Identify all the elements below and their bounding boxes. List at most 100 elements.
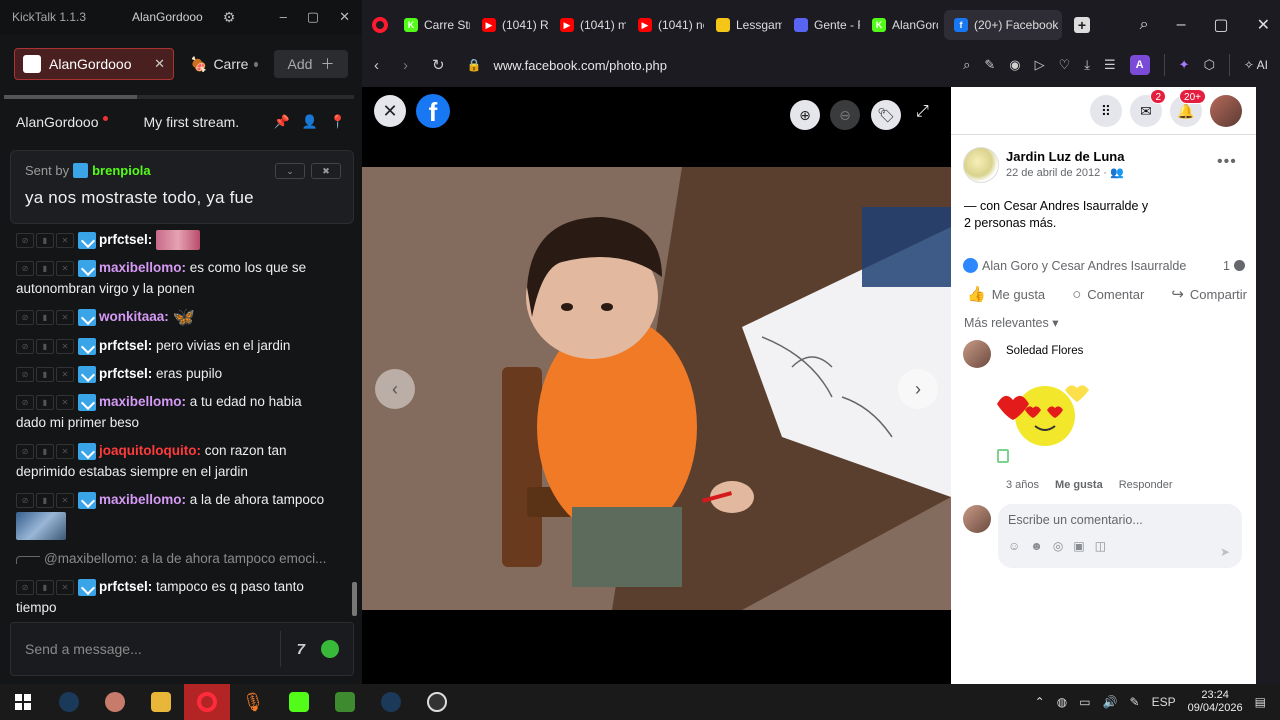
timeout-icon[interactable]: ⊘ (16, 261, 34, 277)
menu-grid-icon[interactable]: ⠿ (1090, 95, 1122, 127)
ban-icon[interactable]: ✕ (56, 232, 74, 248)
avatar[interactable] (963, 340, 991, 368)
ban-icon[interactable]: ✕ (56, 444, 74, 460)
browser-tab[interactable]: ▶ (1041) ne (632, 10, 704, 40)
gif-icon[interactable]: ▣ (1073, 539, 1084, 553)
chat-username[interactable]: prfctsel: (99, 338, 152, 353)
chat-message[interactable]: ⊘ ▮ ✕ wonkitaaa: 🦋 (16, 303, 334, 332)
reload-icon[interactable]: ↻ (432, 56, 445, 74)
comment-button[interactable]: ○ Comentar (1072, 286, 1144, 303)
camera-icon[interactable]: ◎ (1053, 539, 1063, 553)
emoji-icon[interactable]: ☻ (1030, 539, 1043, 553)
delete-icon[interactable]: ▮ (36, 339, 54, 355)
facebook-logo-icon[interactable]: f (416, 94, 450, 128)
7tv-emote-icon[interactable]: 7 (297, 641, 305, 658)
ban-icon[interactable]: ✕ (56, 367, 74, 383)
maximize-icon[interactable]: ▢ (307, 9, 319, 25)
next-photo-button[interactable]: › (898, 369, 938, 409)
browser-tab[interactable]: Lessgame (710, 10, 782, 40)
chat-message[interactable]: ⊘ ▮ ✕ prfctsel: eras pupilo (16, 360, 334, 388)
comment-composer[interactable]: Escribe un comentario... ☺ ☻ ◎ ▣ ◫ ➤ (998, 504, 1242, 568)
delete-icon[interactable]: ▮ (36, 444, 54, 460)
timeout-icon[interactable]: ⊘ (16, 444, 34, 460)
chat-image[interactable] (16, 512, 66, 541)
ban-icon[interactable]: ✕ (56, 395, 74, 411)
chevron-down-icon[interactable]: ⌄ (275, 163, 305, 179)
chat-username[interactable]: maxibellomo: (99, 394, 186, 409)
search-icon[interactable]: ⌕ (963, 57, 970, 73)
browser-tab[interactable]: ▶ (1041) mi (554, 10, 626, 40)
butterfly-emote-icon[interactable]: 🦋 (173, 307, 195, 328)
close-icon[interactable]: ✕ (339, 9, 350, 25)
heart-icon[interactable]: ♡ (1059, 57, 1071, 73)
delete-icon[interactable]: ▮ (36, 232, 54, 248)
volume-icon[interactable]: 🔊 (1103, 695, 1118, 709)
comment-count[interactable]: 1 (1223, 259, 1245, 273)
sort-comments[interactable]: Más relevantes ▾ (964, 315, 1059, 330)
delete-icon[interactable]: ▮ (36, 493, 54, 509)
zoom-in-icon[interactable]: ⊕ (790, 100, 820, 130)
kick-taskbar-icon[interactable] (276, 684, 322, 720)
opera-taskbar-icon[interactable] (184, 684, 230, 720)
avatar[interactable] (963, 147, 999, 183)
microphone-icon[interactable]: 🎙 (230, 684, 276, 720)
chat-message[interactable]: ⊘ ▮ ✕ maxibellomo: es como los que se auton… (16, 254, 334, 303)
delete-icon[interactable]: ▮ (36, 261, 54, 277)
post-date[interactable]: 22 de abril de 2012 · 👥 (1006, 166, 1124, 179)
steam-tray-icon[interactable]: ◍ (1057, 695, 1067, 709)
steam-icon[interactable] (368, 684, 414, 720)
ai-button[interactable]: ✧ AI (1244, 58, 1268, 72)
new-tab-icon[interactable]: + (1074, 17, 1090, 33)
camera-icon[interactable]: ◉ (1009, 57, 1020, 73)
delete-icon[interactable]: ▮ (36, 395, 54, 411)
page-name[interactable]: Jardin Luz de Luna (1006, 149, 1124, 164)
avatar-sticker-icon[interactable]: ☺ (1008, 539, 1020, 553)
timeout-icon[interactable]: ⊘ (16, 232, 34, 248)
comment-like-link[interactable]: Me gusta (1055, 479, 1103, 491)
chevron-up-icon[interactable]: ⌃ (1035, 695, 1045, 709)
user-icon[interactable]: 👤 (302, 114, 318, 130)
chat-message[interactable]: ⊘ ▮ ✕ maxibellomo: a tu edad no habia dado … (16, 388, 334, 437)
pushpin-icon[interactable]: 📍 (330, 114, 346, 130)
tagged-name[interactable]: Cesar Andres Isaurralde (1004, 199, 1139, 213)
messenger-icon[interactable]: ✉ 2 (1130, 89, 1166, 127)
bell-icon[interactable]: 🔔 20+ (1170, 89, 1206, 127)
pen-icon[interactable]: ✎ (1130, 695, 1140, 709)
timeout-icon[interactable]: ⊘ (16, 367, 34, 383)
chat-scrollbar[interactable] (352, 582, 357, 616)
cube-icon[interactable]: ⬡ (1204, 57, 1215, 73)
chat-username[interactable]: wonkitaaa: (99, 309, 169, 324)
delete-icon[interactable]: ▮ (36, 580, 54, 596)
pinned-sender[interactable]: brenpiola (92, 163, 151, 178)
send-icon[interactable]: ➤ (1220, 545, 1230, 559)
chat-username[interactable]: prfctsel: (99, 232, 152, 247)
extension-icon[interactable]: ✦ (1179, 57, 1190, 73)
clock[interactable]: 23:24 09/04/2026 (1188, 689, 1243, 715)
comment-time[interactable]: 3 años (1006, 479, 1039, 491)
close-tab-icon[interactable]: ✕ (154, 56, 165, 72)
delete-icon[interactable]: ▮ (36, 367, 54, 383)
post-photo[interactable] (362, 167, 951, 610)
tab-scroll-thumb[interactable] (4, 95, 137, 99)
url-field[interactable]: www.facebook.com/photo.php (494, 58, 667, 73)
chat-username[interactable]: joaquitoloquito: (99, 443, 201, 458)
profile-icon[interactable]: A (1129, 55, 1150, 75)
add-chat-button[interactable]: Add ＋ (274, 50, 348, 78)
browser-tab[interactable]: ▶ (1041) Rih (476, 10, 548, 40)
prev-photo-button[interactable]: ‹ (375, 369, 415, 409)
folder-icon[interactable] (138, 684, 184, 720)
tab-carre[interactable]: 🍖 Carre (184, 48, 264, 80)
maximize-icon[interactable]: ▢ (1213, 15, 1228, 35)
close-icon[interactable]: ✕ (1257, 15, 1270, 35)
pin-icon[interactable]: 📌 (273, 114, 289, 130)
timeout-icon[interactable]: ⊘ (16, 395, 34, 411)
chat-username[interactable]: maxibellomo: (99, 260, 186, 275)
chat-message[interactable]: ⊘ ▮ ✕ prfctsel: tampoco es q paso tanto tie… (16, 573, 334, 618)
reply-preview[interactable]: @maxibellomo: a la de ahora tampoco emoc… (16, 544, 334, 573)
minecraft-icon[interactable] (322, 684, 368, 720)
tab-scroll-track[interactable] (4, 95, 354, 99)
chat-username[interactable]: prfctsel: (99, 366, 152, 381)
language-indicator[interactable]: ESP (1152, 695, 1176, 709)
browser-tab[interactable]: Gente - R (788, 10, 860, 40)
chat-list[interactable]: ⊘ ▮ ✕ prfctsel: ⊘ ▮ ✕ maxibellomo: es como los… (0, 226, 350, 618)
